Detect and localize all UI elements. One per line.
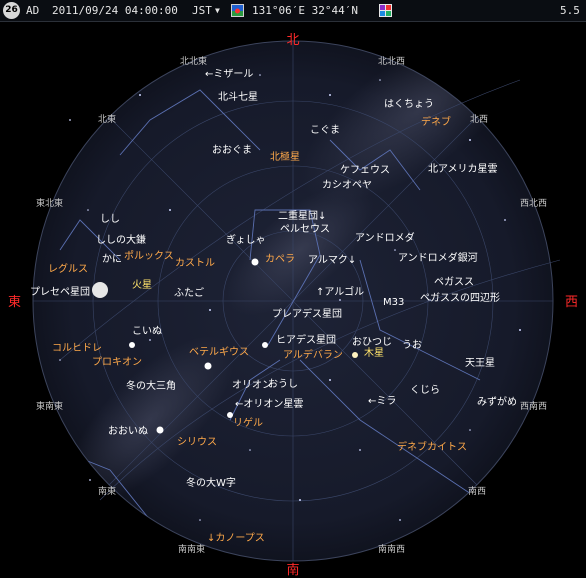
direction-west: 西 [565, 295, 578, 310]
direction-south: 南 [286, 562, 299, 578]
label-pleiades: プレアデス星団 [272, 307, 342, 320]
magnitude-icon[interactable] [378, 3, 393, 18]
label-cancer: かに [102, 253, 122, 265]
label-orion: オリオン [232, 379, 272, 391]
direction-wsw: 西南西 [520, 400, 547, 412]
label-almach: アルマク↓ [308, 254, 356, 266]
direction-sse: 南南東 [178, 543, 205, 555]
label-gemini: ふたご [174, 286, 204, 299]
label-mizar: ←ミザール [205, 68, 253, 80]
label-perseus: ペルセウス [280, 223, 330, 235]
direction-north: 北 [286, 33, 299, 48]
label-sickle: ししの大鎌 [96, 233, 146, 246]
label-jupiter: 木星 [364, 347, 384, 359]
label-winter-triangle: 冬の大三角 [126, 379, 176, 392]
label-canopus: ↓カノープス [207, 532, 265, 544]
direction-wnw: 西北西 [520, 198, 547, 209]
label-andromeda-galaxy: アンドロメダ銀河 [398, 251, 478, 264]
label-cygnus: はくちょう [384, 98, 434, 110]
magnitude-display[interactable]: 5.5 [560, 3, 580, 19]
direction-nnw: 北北西 [378, 56, 405, 67]
timezone-label: JST [192, 4, 212, 17]
label-regulus: レグルス [48, 262, 88, 275]
label-polaris: 北極星 [270, 150, 300, 163]
star-chart[interactable]: 北 南 東 西 北北東 北北西 北東 北西 東北東 西北西 東南東 西南西 南東… [0, 22, 586, 578]
label-winter-w: 冬の大W字 [186, 476, 236, 489]
label-andromeda: アンドロメダ [355, 231, 415, 244]
direction-ese: 東南東 [36, 400, 63, 412]
label-procyon-label: コルヒドレ [52, 342, 102, 354]
direction-ssw: 南南西 [378, 543, 405, 555]
label-aldebaran: アルデバラン [283, 348, 343, 361]
label-ursa-major: おおぐま [212, 144, 252, 156]
label-double-cluster: 二重星団↓ [278, 209, 326, 222]
label-hyades: ヒアデス星団 [276, 333, 336, 346]
label-betelgeuse: ベテルギウス [189, 346, 249, 358]
direction-east: 東 [8, 294, 21, 310]
label-orion-nebula: ←オリオン星雲 [235, 398, 303, 410]
label-capella: カペラ [265, 253, 295, 265]
label-taurus: おうし [268, 378, 298, 390]
label-ursa-minor: こぐま [310, 124, 340, 136]
label-cassiopeia: カシオペヤ [322, 179, 372, 191]
label-auriga: ぎょしゃ [226, 233, 266, 246]
label-canis-minor: こいぬ [132, 325, 162, 337]
label-pegasus: ペガスス [434, 276, 474, 288]
app-badge[interactable]: 26 [3, 2, 20, 19]
label-pollux: ポルックス [124, 250, 174, 262]
direction-ene: 東北東 [36, 197, 63, 209]
label-uranus: 天王星 [465, 357, 495, 369]
datetime-display[interactable]: 2011/09/24 04:00:00 [52, 3, 178, 19]
label-procyon: プロキオン [92, 356, 142, 368]
label-mars: 火星 [132, 279, 152, 291]
label-aries: おひつじ [352, 336, 392, 348]
direction-ne: 北東 [98, 113, 116, 125]
location-display[interactable]: 131°06′E 32°44′N [252, 3, 358, 19]
label-great-square: ペガススの四辺形 [420, 292, 500, 304]
label-big-dipper: 北斗七星 [218, 91, 258, 103]
status-bar: 26 AD 2011/09/24 04:00:00 JST ▼ 131°06′E… [0, 0, 586, 22]
label-canis-major: おおいぬ [108, 425, 148, 437]
label-sirius: シリウス [177, 436, 217, 448]
label-deneb: デネブ [421, 115, 451, 128]
label-aquarius: みずがめ [477, 395, 517, 408]
direction-nw: 北西 [470, 114, 488, 125]
label-pisces: うお [402, 339, 422, 351]
label-leo: しし [100, 213, 120, 225]
label-cepheus: ケフェウス [340, 164, 390, 176]
label-cetus: くじら [410, 384, 440, 396]
location-icon[interactable] [230, 3, 245, 18]
label-north-america: 北アメリカ星雲 [428, 163, 498, 175]
label-castor: カストル [175, 257, 215, 269]
direction-se: 南東 [98, 485, 116, 497]
direction-sw: 南西 [468, 485, 486, 497]
label-algol: ↑アルゴル [316, 285, 364, 298]
timezone-dropdown-icon[interactable]: ▼ [215, 3, 220, 19]
label-m33: M33 [383, 297, 404, 308]
direction-nne: 北北東 [180, 55, 207, 67]
label-deneb-kaitos: デネブカイトス [397, 440, 467, 453]
era-label: AD [26, 4, 40, 17]
label-mira: ←ミラ [368, 395, 396, 407]
label-praesepe: プレセペ星団 [30, 286, 90, 298]
label-rigel: リゲル [233, 417, 263, 429]
